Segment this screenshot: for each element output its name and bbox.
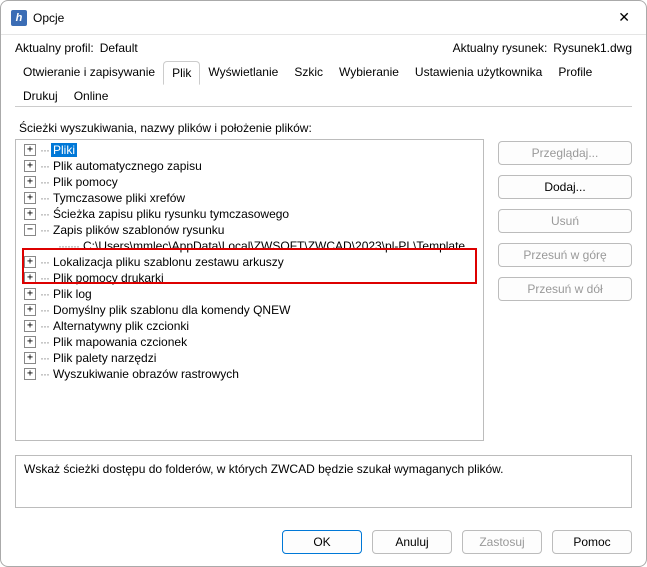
drawing-value: Rysunek1.dwg xyxy=(553,41,632,55)
tree-node[interactable]: ·······C:\Users\mmlec\AppData\Local\ZWSO… xyxy=(20,238,483,254)
expand-icon[interactable]: + xyxy=(24,352,36,364)
tree-node[interactable]: + ···Lokalizacja pliku szablonu zestawu a… xyxy=(20,254,483,270)
help-button[interactable]: Pomoc xyxy=(552,530,632,554)
expand-icon[interactable]: + xyxy=(24,176,36,188)
tree-node-label[interactable]: Alternatywny plik czcionki xyxy=(51,319,191,333)
dotted-connector: ··· xyxy=(40,223,49,237)
tree-node-label[interactable]: Plik palety narzędzi xyxy=(51,351,158,365)
side-button-column: Przeglądaj... Dodaj... Usuń Przesuń w gó… xyxy=(498,139,632,301)
profile-value: Default xyxy=(100,41,138,55)
dotted-connector: ··· xyxy=(40,191,49,205)
expand-icon[interactable]: + xyxy=(24,144,36,156)
dotted-connector: ··· xyxy=(40,175,49,189)
expand-icon[interactable]: + xyxy=(24,272,36,284)
move-down-button[interactable]: Przesuń w dół xyxy=(498,277,632,301)
window-title: Opcje xyxy=(33,11,612,25)
move-up-button[interactable]: Przesuń w górę xyxy=(498,243,632,267)
footer-buttons: OK Anuluj Zastosuj Pomoc xyxy=(1,518,646,566)
close-icon[interactable]: ✕ xyxy=(612,7,636,28)
tab-strip: Otwieranie i zapisywaniePlikWyświetlanie… xyxy=(1,57,646,107)
tree-node[interactable]: + ···Plik pomocy drukarki xyxy=(20,270,483,286)
dotted-connector: ··· xyxy=(40,143,49,157)
tree-node-label[interactable]: Wyszukiwanie obrazów rastrowych xyxy=(51,367,241,381)
browse-button[interactable]: Przeglądaj... xyxy=(498,141,632,165)
tab-drukuj[interactable]: Drukuj xyxy=(15,85,66,107)
dotted-connector: ··· xyxy=(40,303,49,317)
drawing-label: Aktualny rysunek: xyxy=(453,41,548,55)
dotted-connector: ··· xyxy=(40,335,49,349)
tab-ustawienia-użytkownika[interactable]: Ustawienia użytkownika xyxy=(407,61,550,85)
tree-node[interactable]: + ···Pliki xyxy=(20,142,483,158)
dotted-connector: ··· xyxy=(40,319,49,333)
tab-profile[interactable]: Profile xyxy=(550,61,600,85)
tree-node[interactable]: −···Zapis plików szablonów rysunku xyxy=(20,222,483,238)
options-dialog: h Opcje ✕ Aktualny profil: Default Aktua… xyxy=(0,0,647,567)
titlebar: h Opcje ✕ xyxy=(1,1,646,35)
expand-icon[interactable]: + xyxy=(24,208,36,220)
tree-node[interactable]: + ···Alternatywny plik czcionki xyxy=(20,318,483,334)
tab-plik[interactable]: Plik xyxy=(163,61,200,85)
tree-node-label[interactable]: Plik mapowania czcionek xyxy=(51,335,189,349)
tree-node-label[interactable]: Plik log xyxy=(51,287,94,301)
tab-content: Ścieżki wyszukiwania, nazwy plików i poł… xyxy=(1,107,646,518)
tree-node[interactable]: + ···Plik mapowania czcionek xyxy=(20,334,483,350)
expand-icon[interactable]: + xyxy=(24,336,36,348)
tab-wybieranie[interactable]: Wybieranie xyxy=(331,61,407,85)
dotted-connector: ··· xyxy=(40,159,49,173)
remove-button[interactable]: Usuń xyxy=(498,209,632,233)
tree-node[interactable]: + ···Domyślny plik szablonu dla komendy Q… xyxy=(20,302,483,318)
dotted-connector: ······· xyxy=(58,239,79,253)
expand-icon[interactable]: + xyxy=(24,192,36,204)
dotted-connector: ··· xyxy=(40,271,49,285)
dotted-connector: ··· xyxy=(40,255,49,269)
dotted-connector: ··· xyxy=(40,367,49,381)
expand-icon[interactable]: + xyxy=(24,160,36,172)
dotted-connector: ··· xyxy=(40,287,49,301)
tree-node-label[interactable]: Tymczasowe pliki xrefów xyxy=(51,191,187,205)
tab-szkic[interactable]: Szkic xyxy=(286,61,331,85)
tab-online[interactable]: Online xyxy=(66,85,117,107)
help-text: Wskaż ścieżki dostępu do folderów, w któ… xyxy=(15,455,632,508)
tree-node[interactable]: + ···Ścieżka zapisu pliku rysunku tymczas… xyxy=(20,206,483,222)
tree-node[interactable]: + ···Plik log xyxy=(20,286,483,302)
app-icon: h xyxy=(11,10,27,26)
info-row: Aktualny profil: Default Aktualny rysune… xyxy=(1,35,646,57)
expand-icon[interactable]: + xyxy=(24,304,36,316)
expand-icon[interactable]: + xyxy=(24,288,36,300)
tab-wyświetlanie[interactable]: Wyświetlanie xyxy=(200,61,286,85)
dotted-connector: ··· xyxy=(40,207,49,221)
tree-node-label[interactable]: Pliki xyxy=(51,143,77,157)
tree-node-label[interactable]: Zapis plików szablonów rysunku xyxy=(51,223,226,237)
section-label: Ścieżki wyszukiwania, nazwy plików i poł… xyxy=(19,121,632,135)
apply-button[interactable]: Zastosuj xyxy=(462,530,542,554)
tree-view[interactable]: +···Pliki+···Plik automatycznego zapisu+… xyxy=(15,139,484,441)
tree-node[interactable]: + ···Plik palety narzędzi xyxy=(20,350,483,366)
tree-node-label[interactable]: Plik automatycznego zapisu xyxy=(51,159,204,173)
cancel-button[interactable]: Anuluj xyxy=(372,530,452,554)
tree-node-label[interactable]: Plik pomocy drukarki xyxy=(51,271,166,285)
tab-otwieranie-i-zapisywanie[interactable]: Otwieranie i zapisywanie xyxy=(15,61,163,85)
tree-node-label[interactable]: Domyślny plik szablonu dla komendy QNEW xyxy=(51,303,292,317)
tree-node[interactable]: + ···Wyszukiwanie obrazów rastrowych xyxy=(20,366,483,382)
tree-node[interactable]: + ···Plik automatycznego zapisu xyxy=(20,158,483,174)
tree-node-label[interactable]: Plik pomocy xyxy=(51,175,120,189)
collapse-icon[interactable]: − xyxy=(24,224,36,236)
tree-node-label[interactable]: Lokalizacja pliku szablonu zestawu arkus… xyxy=(51,255,286,269)
tree-node-label[interactable]: Ścieżka zapisu pliku rysunku tymczasoweg… xyxy=(51,207,291,221)
expand-icon[interactable]: + xyxy=(24,320,36,332)
tree-node[interactable]: + ···Plik pomocy xyxy=(20,174,483,190)
dotted-connector: ··· xyxy=(40,351,49,365)
profile-label: Aktualny profil: xyxy=(15,41,94,55)
tree-node-label[interactable]: C:\Users\mmlec\AppData\Local\ZWSOFT\ZWCA… xyxy=(81,239,467,253)
tree-node[interactable]: + ···Tymczasowe pliki xrefów xyxy=(20,190,483,206)
ok-button[interactable]: OK xyxy=(282,530,362,554)
expand-icon[interactable]: + xyxy=(24,368,36,380)
add-button[interactable]: Dodaj... xyxy=(498,175,632,199)
expand-icon[interactable]: + xyxy=(24,256,36,268)
